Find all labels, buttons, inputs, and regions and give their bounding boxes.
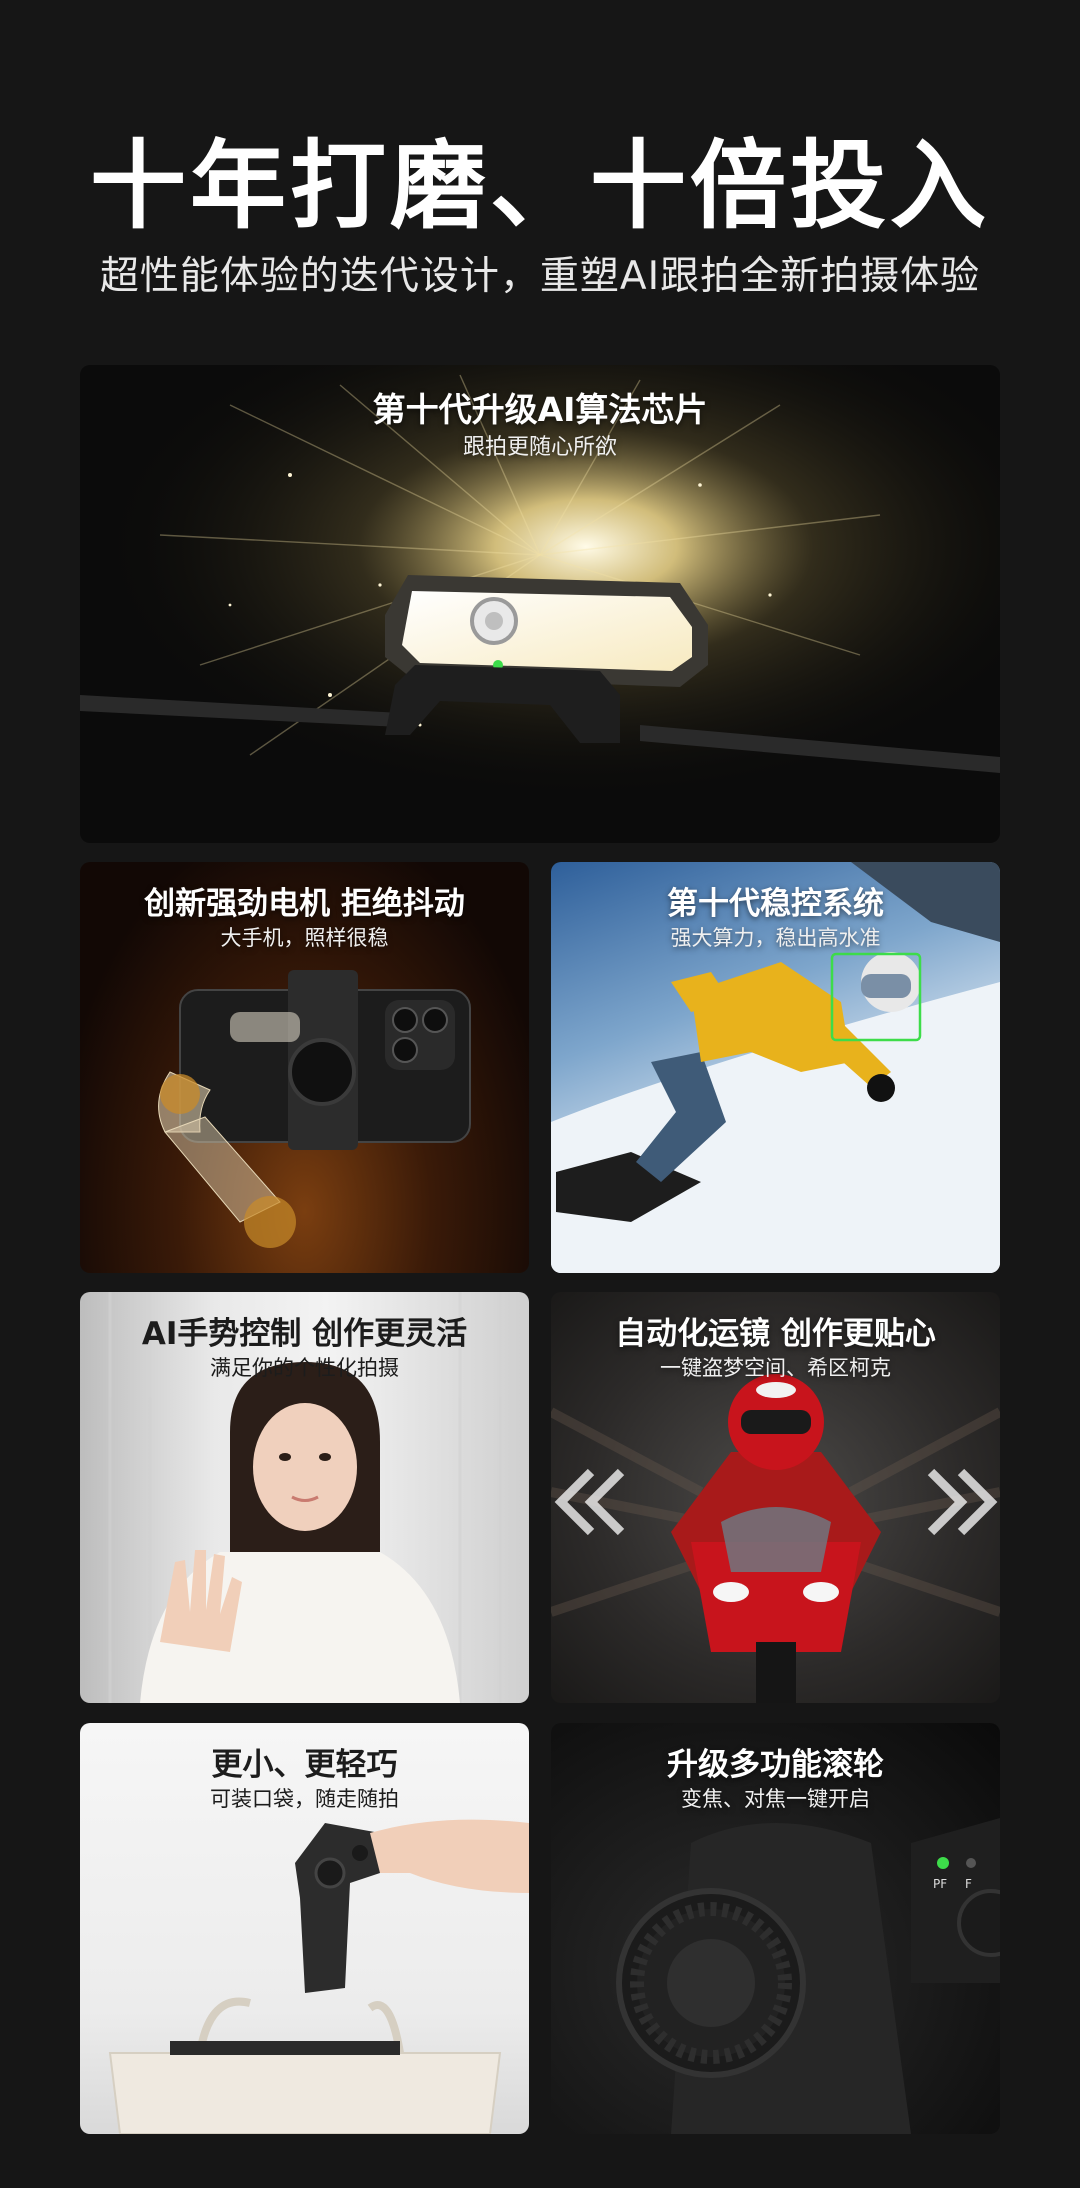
card-title: 创新强劲电机 拒绝抖动 (144, 886, 465, 922)
card-title: 自动化运镜 创作更贴心 (615, 1316, 936, 1352)
card-subtitle: 跟拍更随心所欲 (462, 435, 617, 460)
gesture-control-card: AI手势控制 创作更灵活 满足你的个性化拍摄 (80, 1292, 529, 1703)
stabilization-card: 第十代稳控系统 强大算力，稳出高水准 (551, 862, 1000, 1273)
card-subtitle: 大手机，照样很稳 (220, 926, 389, 950)
wheel-led-label-f: F (965, 1877, 972, 1891)
hero-title: 十年打磨、十倍投入 (90, 130, 990, 242)
card-title: 更小、更轻巧 (211, 1747, 398, 1783)
multifunction-wheel-card: PF F 升级多功能滚轮 变焦、对焦一键开启 (551, 1723, 1000, 2134)
card-subtitle: 满足你的个性化拍摄 (210, 1356, 399, 1380)
card-subtitle: 一键盗梦空间、希区柯克 (660, 1356, 891, 1380)
wheel-led-label-pf: PF (933, 1877, 948, 1891)
card-title: AI手势控制 创作更灵活 (141, 1316, 468, 1352)
card-title: 第十代稳控系统 (667, 886, 884, 922)
auto-camera-card: 自动化运镜 创作更贴心 一键盗梦空间、希区柯克 (551, 1292, 1000, 1703)
ai-chip-card: 第十代升级AI算法芯片 跟拍更随心所欲 (80, 365, 1000, 843)
card-subtitle: 变焦、对焦一键开启 (681, 1787, 870, 1811)
hero-subtitle: 超性能体验的迭代设计，重塑AI跟拍全新拍摄体验 (99, 254, 981, 299)
card-title: 升级多功能滚轮 (667, 1747, 884, 1783)
motor-card: 创新强劲电机 拒绝抖动 大手机，照样很稳 (80, 862, 529, 1273)
card-subtitle: 可装口袋，随走随拍 (210, 1787, 399, 1811)
card-title: 第十代升级AI算法芯片 (372, 390, 708, 429)
compact-card: 更小、更轻巧 可装口袋，随走随拍 (80, 1723, 529, 2134)
card-subtitle: 强大算力，稳出高水准 (670, 926, 881, 950)
